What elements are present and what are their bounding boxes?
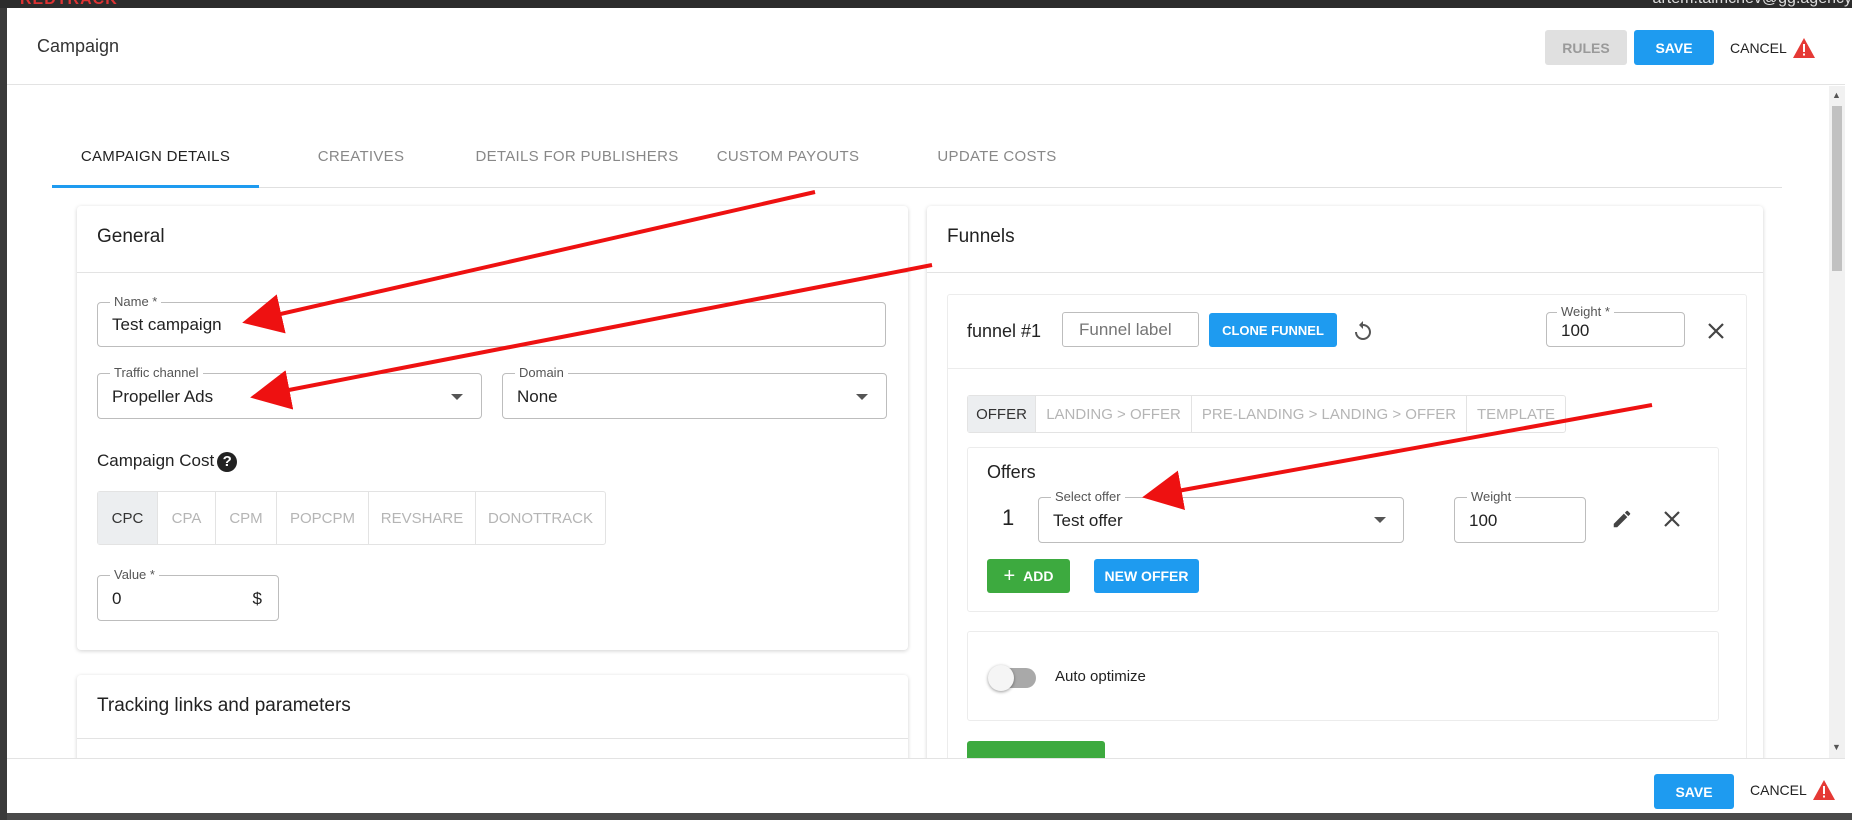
campaign-cost-selector: CPC CPA CPM POPCPM REVSHARE DONOTTRACK [97, 491, 606, 545]
select-offer-dropdown[interactable]: Select offer Test offer [1038, 489, 1404, 543]
caret-down-icon [1374, 517, 1386, 523]
close-icon[interactable] [1663, 510, 1681, 528]
funnel-weight-field[interactable]: Weight * 100 [1546, 304, 1685, 347]
domain-label: Domain [515, 365, 568, 380]
cost-option-cpm[interactable]: CPM [216, 492, 277, 544]
plus-icon: + [1003, 564, 1016, 587]
campaign-modal: Campaign RULES SAVE CANCEL CAMPAIGN DETA… [7, 8, 1852, 813]
divider [77, 738, 908, 739]
name-label: Name * [110, 294, 162, 309]
tab-custom-payouts[interactable]: CUSTOM PAYOUTS [709, 136, 867, 188]
scroll-thumb[interactable] [1832, 106, 1842, 271]
auto-optimize-toggle[interactable] [988, 665, 1036, 691]
footer-save-button[interactable]: SAVE [1654, 774, 1734, 809]
value-field[interactable]: Value * 0 $ [97, 567, 279, 621]
warning-icon [1792, 38, 1815, 58]
funnel-panel: funnel #1 CLONE FUNNEL Weight * 100 OFFE… [947, 294, 1747, 781]
offer-weight-field[interactable]: Weight 100 [1454, 489, 1586, 543]
cost-option-cpa[interactable]: CPA [158, 492, 216, 544]
cost-option-cpc[interactable]: CPC [98, 492, 158, 544]
domain-select[interactable]: Domain None [502, 365, 887, 419]
footer-cancel-label: CANCEL [1750, 782, 1807, 798]
app-logo: REDTRACK [20, 0, 118, 8]
funnels-card: Funnels funnel #1 CLONE FUNNEL Weight * … [927, 206, 1763, 781]
cost-option-donottrack[interactable]: DONOTTRACK [476, 492, 605, 544]
mode-prelanding-landing-offer[interactable]: PRE-LANDING > LANDING > OFFER [1192, 396, 1467, 432]
funnel-label-input[interactable] [1062, 312, 1199, 347]
campaign-cost-label: Campaign Cost [97, 451, 215, 470]
funnel-name: funnel #1 [967, 321, 1042, 341]
offer-index: 1 [1002, 505, 1015, 530]
divider [927, 272, 1763, 273]
toggle-knob [988, 665, 1014, 691]
save-button[interactable]: SAVE [1634, 30, 1714, 65]
divider [77, 272, 908, 273]
general-title: General [97, 226, 165, 247]
selected-offer-value: Test offer [1053, 511, 1123, 530]
mode-landing-offer[interactable]: LANDING > OFFER [1036, 396, 1192, 432]
traffic-channel-select[interactable]: Traffic channel Propeller Ads [97, 365, 482, 419]
pencil-icon[interactable] [1611, 508, 1633, 530]
funnel-mode-selector: OFFER LANDING > OFFER PRE-LANDING > LAND… [967, 395, 1566, 433]
tab-creatives[interactable]: CREATIVES [301, 136, 421, 188]
help-icon[interactable]: ? [217, 451, 238, 472]
caret-down-icon [451, 394, 463, 400]
add-offer-button[interactable]: + ADD [987, 559, 1070, 593]
cost-option-popcpm[interactable]: POPCPM [277, 492, 369, 544]
auto-optimize-panel: Auto optimize [967, 631, 1719, 721]
domain-value: None [517, 387, 558, 406]
modal-header: Campaign RULES SAVE CANCEL [7, 8, 1845, 85]
warning-icon [1812, 780, 1835, 800]
mode-template[interactable]: TEMPLATE [1467, 396, 1565, 432]
scroll-down-icon[interactable]: ▼ [1832, 742, 1841, 752]
offers-title: Offers [987, 462, 1036, 482]
name-value: Test campaign [112, 315, 222, 334]
tab-campaign-details[interactable]: CAMPAIGN DETAILS [52, 136, 259, 188]
tracking-title: Tracking links and parameters [97, 695, 351, 716]
footer-cancel-button[interactable]: CANCEL [1750, 779, 1836, 801]
select-offer-label: Select offer [1051, 489, 1125, 504]
offer-weight-label: Weight [1467, 489, 1516, 504]
traffic-channel-value: Propeller Ads [112, 387, 214, 406]
rules-button[interactable]: RULES [1545, 30, 1627, 65]
value-label: Value * [110, 567, 159, 582]
cancel-button[interactable]: CANCEL [1730, 37, 1816, 59]
campaign-cost-heading: Campaign Cost? [97, 451, 238, 472]
mode-offer[interactable]: OFFER [968, 396, 1036, 432]
cost-option-revshare[interactable]: REVSHARE [369, 492, 476, 544]
value-input: 0 [112, 589, 122, 608]
refresh-icon[interactable] [1351, 319, 1375, 343]
currency-suffix: $ [252, 589, 262, 608]
cancel-label: CANCEL [1730, 40, 1787, 56]
close-icon[interactable] [1707, 322, 1725, 340]
modal-footer: SAVE CANCEL [7, 758, 1845, 813]
tab-bar: CAMPAIGN DETAILS CREATIVES DETAILS FOR P… [52, 136, 1782, 188]
offer-weight-value: 100 [1469, 511, 1498, 530]
tab-details-for-publishers[interactable]: DETAILS FOR PUBLISHERS [467, 136, 687, 188]
clone-funnel-button[interactable]: CLONE FUNNEL [1209, 313, 1337, 347]
new-offer-button[interactable]: NEW OFFER [1094, 559, 1199, 593]
add-label: ADD [1023, 568, 1054, 584]
tab-update-costs[interactable]: UPDATE COSTS [917, 136, 1077, 188]
offers-panel: Offers 1 Select offer Test offer Weight … [967, 447, 1719, 612]
user-email: artem.taimchev@gg.agency [1653, 0, 1852, 8]
scrollbar[interactable]: ▲ ▼ [1829, 86, 1845, 758]
funnel-weight-value: 100 [1561, 321, 1590, 340]
background-app-sidebar [0, 8, 7, 820]
funnel-header: funnel #1 CLONE FUNNEL Weight * 100 [948, 295, 1746, 369]
background-app-topbar: REDTRACK artem.taimchev@gg.agency [0, 0, 1852, 8]
auto-optimize-label: Auto optimize [1055, 668, 1146, 685]
scroll-up-icon[interactable]: ▲ [1832, 90, 1841, 100]
name-field[interactable]: Name * Test campaign [97, 294, 886, 347]
general-card: General Name * Test campaign Traffic cha… [77, 206, 908, 650]
modal-title: Campaign [37, 36, 120, 56]
traffic-channel-label: Traffic channel [110, 365, 203, 380]
funnel-weight-label: Weight * [1557, 304, 1614, 319]
caret-down-icon [856, 394, 868, 400]
funnels-title: Funnels [947, 226, 1015, 247]
